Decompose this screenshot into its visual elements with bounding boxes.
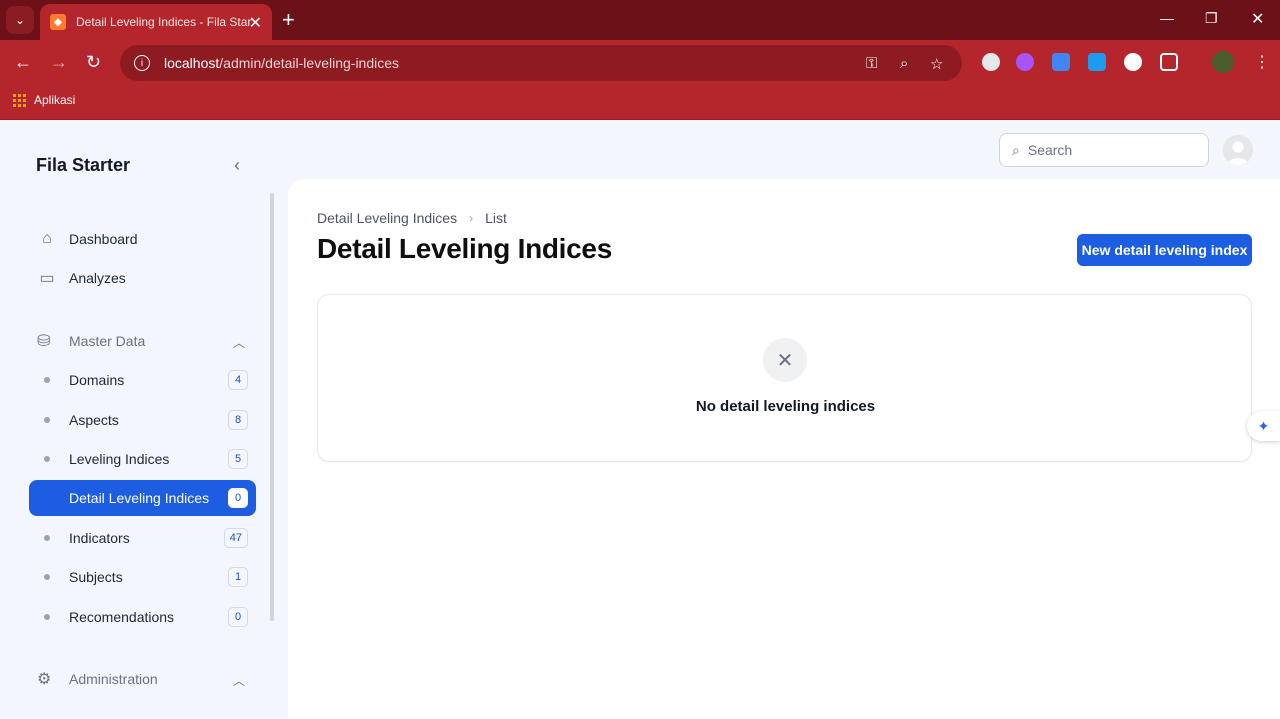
global-search[interactable]: ⌕ [999,133,1209,167]
bookmarks-bar [0,86,1280,120]
bullet-dot [44,535,50,541]
home-icon: ⌂ [42,230,52,247]
archive-icon: ▭ [39,270,55,287]
sidebar-item-label: Aspects [69,412,119,428]
empty-state-text: No detail leveling indices [695,398,876,415]
extension-icon[interactable] [982,53,1000,71]
count-badge: 1 [228,567,248,587]
new-detail-leveling-index-button[interactable]: New detail leveling index [1077,234,1252,266]
restore-icon[interactable]: ❐ [1205,10,1218,27]
search-icon: ⌕ [1012,141,1020,158]
bullet-dot [44,614,50,620]
extension-gear-icon[interactable] [1016,53,1034,71]
breadcrumb-item: List [485,210,507,226]
user-avatar[interactable] [1223,135,1253,165]
sidebar-item-dashboard[interactable]: ⌂ Dashboard [29,221,256,257]
bookmark-apps[interactable]: Aplikasi [34,93,75,107]
sidebar-scrollbar[interactable] [270,193,274,621]
breadcrumb: Detail Leveling Indices › List [317,210,507,226]
extension-face-icon[interactable] [1124,53,1142,71]
bullet-dot [44,456,50,462]
count-badge: 0 [228,488,248,508]
sidebar-item-label: Leveling Indices [69,451,170,467]
zoom-icon[interactable]: ⌕ [900,55,908,72]
count-badge: 8 [228,410,248,430]
sidebar-item-label: Subjects [69,569,123,585]
sidebar-group-administration[interactable]: Administration [69,671,158,687]
search-input[interactable] [1027,142,1188,158]
bullet-dot [44,574,50,580]
sidebar-item-subjects[interactable]: Subjects 1 [29,559,256,595]
count-badge: 4 [228,370,248,390]
tab-search-icon[interactable]: ⌄ [6,6,34,34]
sidebar-item-leveling-indices[interactable]: Leveling Indices 5 [29,441,256,477]
url-host: localhost [164,55,220,71]
bullet-dot [44,417,50,423]
tab-title: Detail Leveling Indices - Fila Starter [76,15,252,29]
sidebar-item-domains[interactable]: Domains 4 [29,362,256,398]
bullet-dot [44,377,50,383]
app-brand[interactable]: Fila Starter [36,155,130,176]
sidebar-item-recomendations[interactable]: Recomendations 0 [29,599,256,635]
forward-icon[interactable]: → [50,52,68,72]
page-title: Detail Leveling Indices [317,233,612,264]
sidebar-item-indicators[interactable]: Indicators 47 [29,520,256,556]
user-avatar-icon [1223,135,1253,165]
floating-assistant-icon[interactable]: ✦ [1247,411,1280,441]
chevron-up-icon[interactable]: ︿ [233,672,245,689]
profile-avatar-icon[interactable] [1212,51,1234,73]
browser-tab-bar: ⌄ ◆ Detail Leveling Indices - Fila Start… [0,0,1280,40]
url-path: /admin/detail-leveling-indices [219,55,400,71]
minimize-icon[interactable]: — [1160,10,1174,26]
sidebar-item-label: Detail Leveling Indices [69,490,210,506]
collapse-sidebar-icon[interactable]: ‹ [234,155,240,176]
breadcrumb-item[interactable]: Detail Leveling Indices [317,210,457,226]
sidebar-item-aspects[interactable]: Aspects 8 [29,402,256,438]
sidebar-item-label: Analyzes [69,270,126,286]
new-tab-icon[interactable]: + [282,8,295,32]
browser-tab[interactable]: ◆ Detail Leveling Indices - Fila Starter… [40,4,272,40]
app-shell: Fila Starter ‹ ⌂ Dashboard ▭ Analyzes ⛁ … [0,121,1280,719]
address-bar[interactable]: i localhost/admin/detail-leveling-indice… [120,45,962,81]
extensions-puzzle-icon[interactable] [1160,53,1178,71]
site-info-icon[interactable]: i [134,55,150,71]
sidebar-item-label: Recomendations [69,609,175,625]
database-icon: ⛁ [37,333,51,350]
sidebar-item-analyzes[interactable]: ▭ Analyzes [29,260,256,296]
sidebar-item-label: Indicators [69,530,130,546]
apps-grid-icon[interactable] [13,94,26,107]
main-content: Detail Leveling Indices › List Detail Le… [288,179,1280,719]
x-mark-icon: ✕ [763,338,807,382]
sidebar-item-label: Dashboard [69,231,138,247]
tab-close-icon[interactable]: ✕ [249,13,262,33]
count-badge: 5 [228,449,248,469]
empty-state-card: ✕ No detail leveling indices [317,294,1252,462]
translate-extension-icon[interactable] [1052,53,1070,71]
droplet-extension-icon[interactable] [1088,53,1106,71]
favicon-icon: ◆ [50,14,66,30]
back-icon[interactable]: ← [14,52,32,72]
chevron-up-icon[interactable]: ︿ [233,334,245,351]
window-close-icon[interactable]: ✕ [1251,9,1264,29]
bookmark-star-icon[interactable]: ☆ [930,55,943,73]
count-badge: 0 [228,607,248,627]
count-badge: 47 [223,528,248,548]
password-key-icon[interactable]: ⚿ [866,55,877,72]
cog-icon: ⚙ [37,671,52,688]
sidebar-item-detail-leveling-indices[interactable]: Detail Leveling Indices 0 [29,480,256,516]
browser-menu-icon[interactable]: ⋮ [1254,52,1270,72]
chevron-right-icon: › [469,211,474,225]
sidebar-item-label: Domains [69,372,125,388]
reload-icon[interactable]: ↻ [86,52,101,72]
sidebar-group-master-data[interactable]: Master Data [69,333,145,349]
